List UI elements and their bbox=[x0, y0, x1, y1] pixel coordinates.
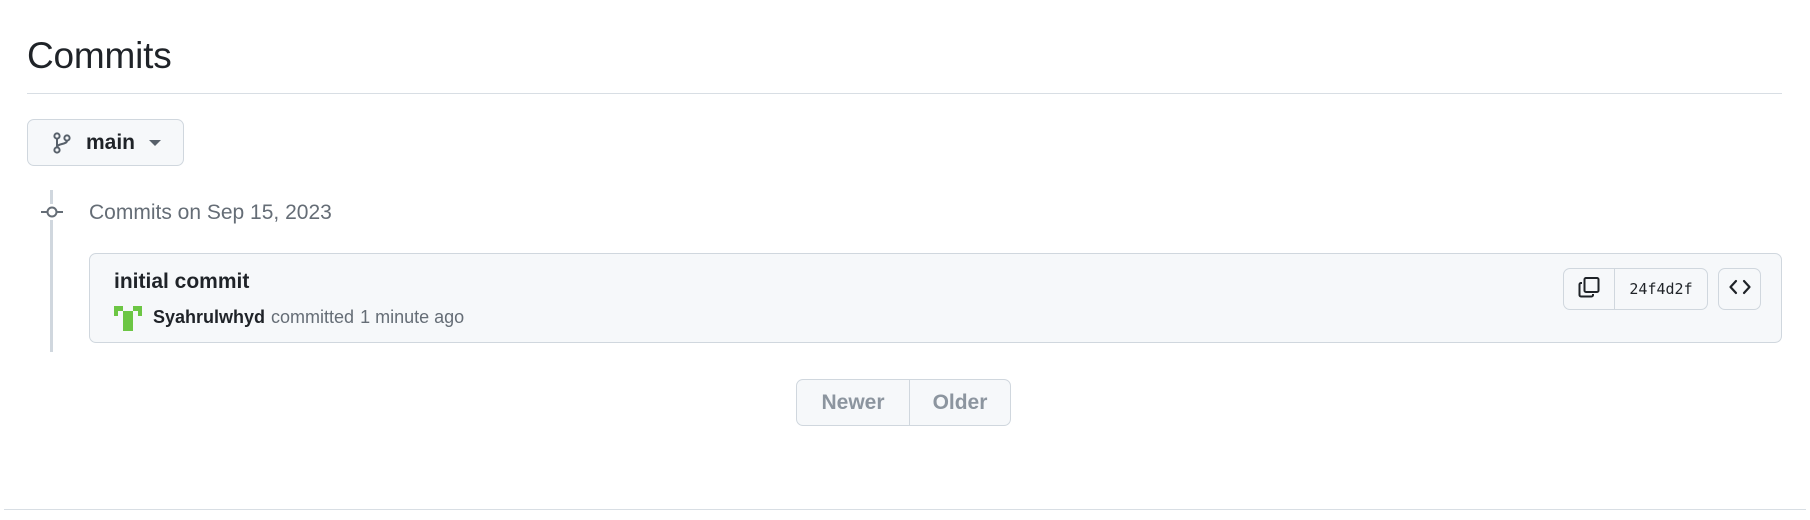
commit-group-heading: Commits on Sep 15, 2023 bbox=[89, 201, 332, 224]
commit-message-link[interactable]: initial commit bbox=[114, 270, 249, 294]
git-commit-icon bbox=[41, 204, 63, 220]
page-title: Commits bbox=[27, 35, 172, 76]
copy-icon bbox=[1578, 276, 1600, 303]
commit-meta: Syahrulwhyd committed 1 minute ago bbox=[114, 303, 464, 331]
code-icon bbox=[1728, 278, 1751, 301]
older-button[interactable]: Older bbox=[910, 380, 1010, 425]
commits-page: Commits main Commits on Sep 15, 2023 ini… bbox=[0, 0, 1810, 520]
newer-button[interactable]: Newer bbox=[797, 380, 910, 425]
caret-down-icon bbox=[149, 139, 162, 146]
commit-sha-group: 24f4d2f bbox=[1563, 268, 1708, 310]
avatar[interactable] bbox=[114, 303, 142, 331]
commit-sha-link[interactable]: 24f4d2f bbox=[1615, 269, 1707, 309]
branch-name: main bbox=[86, 130, 136, 154]
copy-sha-button[interactable] bbox=[1564, 269, 1615, 309]
browse-repository-button[interactable] bbox=[1718, 268, 1761, 310]
branch-selector-button[interactable]: main bbox=[27, 119, 184, 166]
commit-action-text: committed bbox=[271, 306, 355, 327]
pagination: Newer Older bbox=[796, 379, 1011, 426]
footer-divider bbox=[4, 509, 1806, 510]
commit-author-link[interactable]: Syahrulwhyd bbox=[153, 307, 265, 328]
commit-time: 1 minute ago bbox=[360, 306, 465, 327]
git-branch-icon bbox=[52, 131, 72, 154]
page-header: Commits bbox=[27, 30, 1782, 94]
commit-list-item: initial commit Syahrulwhyd committed 1 m… bbox=[89, 253, 1782, 343]
